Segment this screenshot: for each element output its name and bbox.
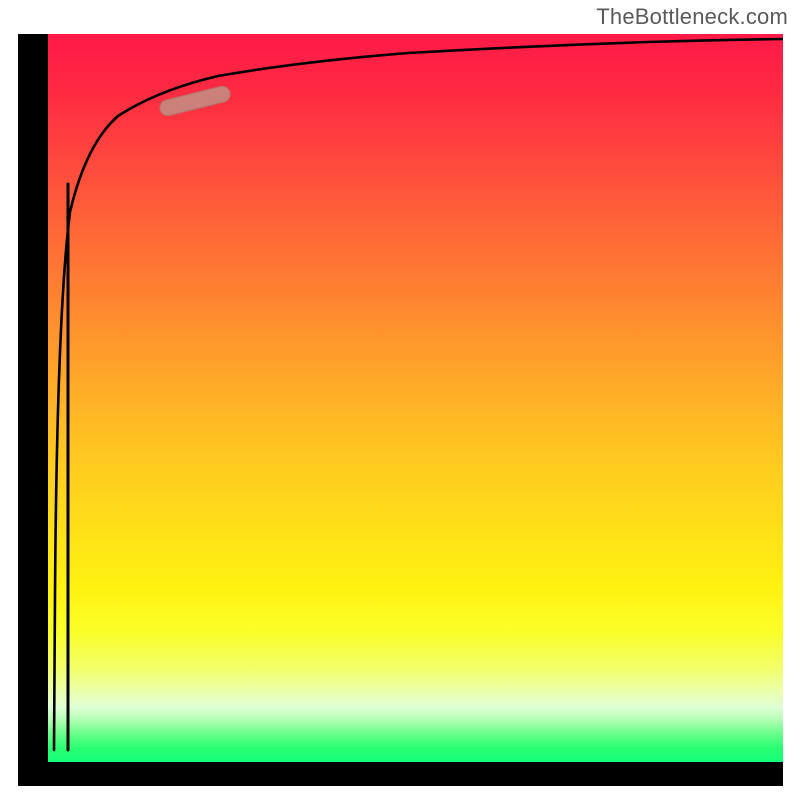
bottleneck-curve-line — [54, 39, 783, 750]
curve-overlay — [48, 34, 783, 762]
plot-gradient-area — [48, 34, 783, 762]
attribution-text: TheBottleneck.com — [596, 4, 788, 30]
plot-frame — [18, 34, 783, 786]
chart-stage: TheBottleneck.com — [0, 0, 800, 800]
curve-highlight-segment — [158, 85, 232, 118]
